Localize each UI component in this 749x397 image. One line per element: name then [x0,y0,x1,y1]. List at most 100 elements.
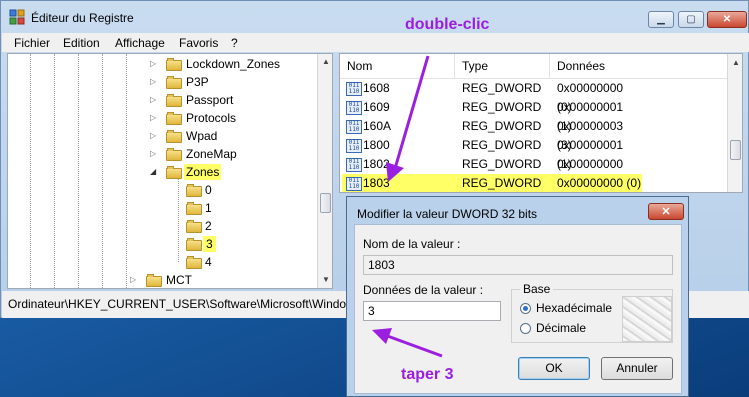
dword-value-icon: 011 110 [346,139,362,153]
expand-arrow-icon[interactable]: ▷ [150,131,156,140]
tree-item-lockdown-zones[interactable]: ▷ Lockdown_Zones [8,56,318,74]
tree-scrollbar[interactable]: ▲ ▼ [317,54,332,288]
menu-affichage[interactable]: Affichage [115,36,165,50]
menu-fichier[interactable]: Fichier [14,36,50,50]
tree-item-mct[interactable]: ▷ MCT [8,272,318,288]
scroll-thumb[interactable] [730,140,741,160]
registry-editor-icon [9,9,25,25]
scroll-up-arrow-icon[interactable]: ▲ [319,55,332,69]
tree-item-wpad[interactable]: ▷ Wpad [8,128,318,146]
value-data-label: Données de la valeur : [363,283,484,297]
dword-value-icon: 011 110 [346,101,362,115]
annotation-arrow-up [372,328,443,358]
folder-icon [186,184,202,197]
folder-icon [146,274,162,287]
tree-item-zone-0[interactable]: 0 [8,182,318,200]
tree-item-label: MCT [166,273,192,287]
folder-icon [166,58,182,71]
decorative-texture-image [622,296,672,342]
folder-icon [166,130,182,143]
folder-icon [166,76,182,89]
base-label: Base [520,282,554,296]
tree-item-label: 1 [205,201,212,215]
expand-arrow-icon[interactable]: ▷ [150,77,156,86]
value-data: 0x00000000 (0) [557,176,642,190]
window-title: Éditeur du Registre [31,11,134,25]
value-type: REG_DWORD [462,119,542,133]
tree-item-label: Zones [184,164,222,180]
registry-path: Ordinateur\HKEY_CURRENT_USER\Software\Mi… [8,297,355,311]
scroll-down-arrow-icon[interactable]: ▼ [319,273,332,287]
close-button[interactable]: ✕ [707,11,747,28]
value-name-label: Nom de la valeur : [363,237,461,251]
folder-open-icon [166,166,182,179]
expand-arrow-icon[interactable]: ▷ [150,149,156,158]
edit-dword-dialog: Modifier la valeur DWORD 32 bits ✕ Nom d… [346,196,689,397]
folder-icon [166,112,182,125]
tree-item-zonemap[interactable]: ▷ ZoneMap [8,146,318,164]
dialog-close-button[interactable]: ✕ [648,203,684,220]
tree-item-label: P3P [186,75,209,89]
tree-item-label: 4 [205,255,212,269]
column-header-type[interactable]: Type [462,54,488,78]
dword-value-icon: 011 110 [346,82,362,96]
folder-icon [186,202,202,215]
hex-label[interactable]: Hexadécimale [536,301,612,315]
decimal-label[interactable]: Décimale [536,321,586,335]
base-groupbox: Base Hexadécimale Décimale [511,282,673,343]
minimize-button[interactable]: ▁ [648,11,674,28]
dword-value-icon: 011 110 [346,120,362,134]
value-data-input[interactable]: 3 [363,301,501,321]
value-type: REG_DWORD [462,176,542,190]
maximize-button[interactable]: ▢ [678,11,704,28]
tree-item-label: Wpad [186,129,218,143]
scroll-thumb[interactable] [320,193,331,213]
value-name-field: 1803 [363,255,673,275]
menu-edition[interactable]: Edition [63,36,100,50]
menu-help[interactable]: ? [231,36,238,50]
expand-arrow-icon[interactable]: ▷ [150,59,156,68]
tree-item-label: Protocols [186,111,237,125]
dword-value-icon: 011 110 [346,158,362,172]
tree-item-zone-2[interactable]: 2 [8,218,318,236]
tree-item-zone-3[interactable]: 3 [8,236,318,254]
registry-key-tree[interactable]: ▷ Lockdown_Zones ▷ P3P ▷ Passport ▷ Prot… [7,53,333,289]
column-header-donnees[interactable]: Données [557,54,605,78]
tree-item-passport[interactable]: ▷ Passport [8,92,318,110]
annotation-type-3: taper 3 [401,366,454,383]
expand-arrow-icon[interactable]: ▷ [150,95,156,104]
expand-arrow-icon[interactable]: ▷ [130,275,136,284]
value-type: REG_DWORD [462,138,542,152]
tree-item-label: 0 [205,183,212,197]
tree-item-label: Passport [186,93,234,107]
folder-icon [186,238,202,251]
annotation-arrow-down [386,55,430,182]
hex-radio[interactable] [520,303,531,314]
expand-arrow-icon[interactable]: ▷ [150,113,156,122]
column-header-nom[interactable]: Nom [347,54,372,78]
dword-value-icon: 011 110 [346,177,362,191]
folder-icon [166,148,182,161]
tree-item-zone-1[interactable]: 1 [8,200,318,218]
tree-item-zone-4[interactable]: 4 [8,254,318,272]
tree-item-zones[interactable]: ◢ Zones [8,164,318,182]
menu-bar: Fichier Edition Affichage Favoris ? [2,33,749,52]
tree-item-label: 2 [205,219,212,233]
tree-item-p3p[interactable]: ▷ P3P [8,74,318,92]
collapse-arrow-icon[interactable]: ◢ [150,167,156,176]
value-type: REG_DWORD [462,100,542,114]
folder-icon [166,94,182,107]
tree-item-label: Lockdown_Zones [186,57,281,71]
annotation-double-click: double-clic [405,16,490,33]
ok-button[interactable]: OK [518,357,590,380]
decimal-radio[interactable] [520,323,531,334]
value-type: REG_DWORD [462,81,542,95]
folder-icon [186,256,202,269]
cancel-button[interactable]: Annuler [601,357,673,380]
tree-item-protocols[interactable]: ▷ Protocols [8,110,318,128]
tree-item-label: 3 [203,236,216,252]
scroll-up-arrow-icon[interactable]: ▲ [729,56,742,70]
menu-favoris[interactable]: Favoris [179,36,218,50]
list-scrollbar[interactable]: ▲ [727,54,742,192]
folder-icon [186,220,202,233]
